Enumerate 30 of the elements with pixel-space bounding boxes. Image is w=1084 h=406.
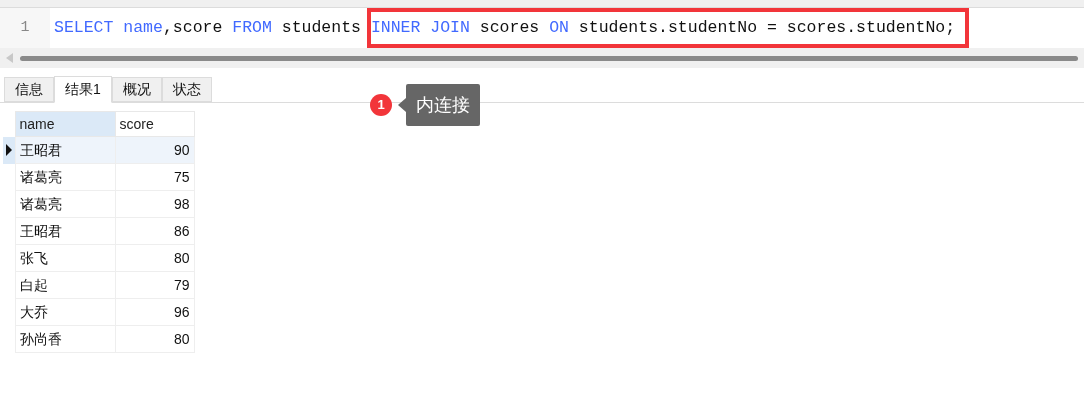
table-cell: 98 [115,190,194,218]
table-cell: 诸葛亮 [15,163,115,191]
result-tab[interactable]: 结果1 [54,76,112,103]
result-tab[interactable]: 状态 [161,77,212,102]
table-cell: 王昭君 [15,136,115,164]
table-cell: 80 [115,244,194,272]
table-cell: 张飞 [15,244,115,272]
column-header[interactable]: score [115,111,194,137]
table-cell: 96 [115,298,194,326]
table-cell: 79 [115,271,194,299]
callout-label: 内连接 [406,84,480,126]
result-tab[interactable]: 概况 [111,77,162,102]
current-row-icon [6,144,12,156]
horizontal-scrollbar[interactable] [20,55,1078,61]
table-cell: 白起 [15,271,115,299]
code-text: SELECT name,score FROM students [54,16,362,39]
table-cell: 孙尚香 [15,325,115,353]
table-cell: 75 [115,163,194,191]
table-cell: 86 [115,217,194,245]
table-cell: 80 [115,325,194,353]
result-tab[interactable]: 信息 [4,77,54,102]
table-cell: 王昭君 [15,217,115,245]
table-cell: 诸葛亮 [15,190,115,218]
step-badge: 1 [370,94,392,116]
column-header[interactable]: name [15,111,115,137]
line-number: 1 [0,8,50,48]
table-cell: 大乔 [15,298,115,326]
table-cell: 90 [115,136,194,164]
highlighted-code: INNER JOIN scores ON students.studentNo = scores.studentNo; [366,7,970,49]
pointer-icon [398,98,406,112]
